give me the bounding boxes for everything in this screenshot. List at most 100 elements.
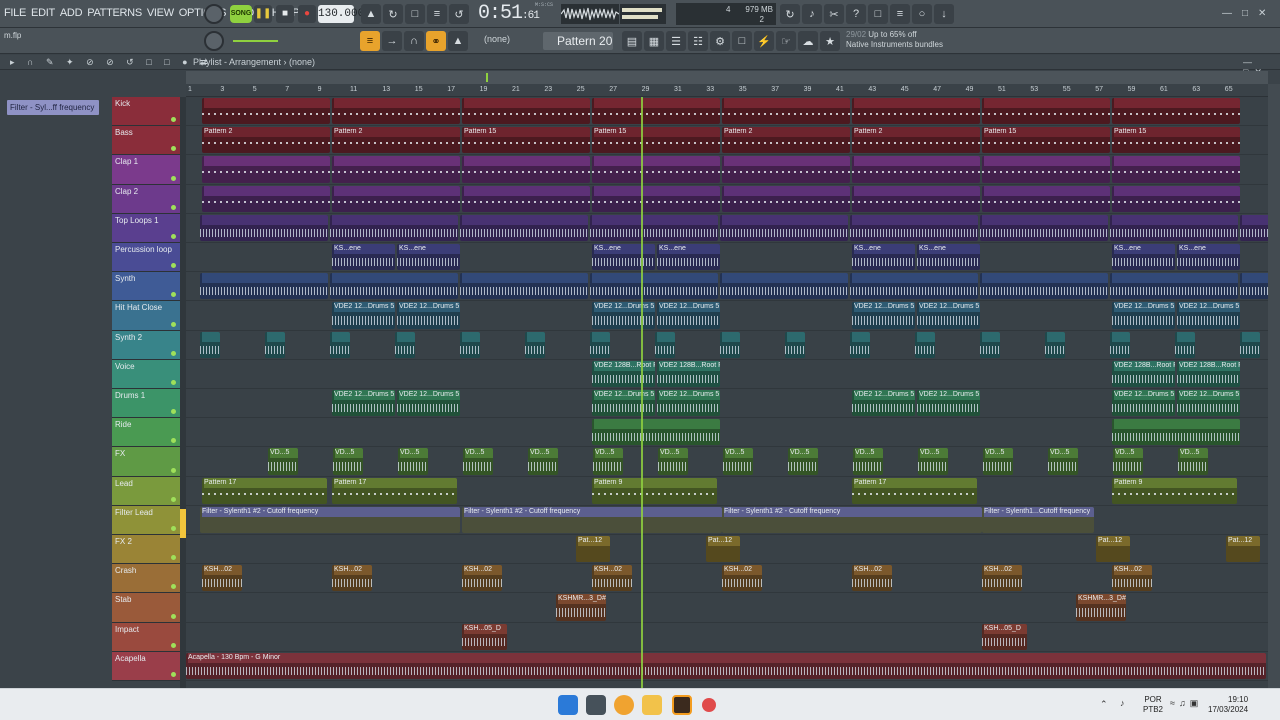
- playlist-clip[interactable]: [1110, 214, 1238, 241]
- playlist-icon[interactable]: ≡: [360, 31, 380, 51]
- playlist-clip[interactable]: VDE2 128B...Root F: [657, 360, 720, 387]
- playlist-clip[interactable]: [592, 98, 720, 125]
- track-header-filter-lead[interactable]: Filter Lead: [112, 505, 180, 535]
- playlist-clip[interactable]: [395, 331, 415, 358]
- playlist-clip[interactable]: [462, 98, 590, 125]
- shop-icon[interactable]: ★: [820, 31, 840, 51]
- playlist-clip[interactable]: VDE2 12...Drums 5: [332, 302, 395, 329]
- track-mute-indicator[interactable]: [171, 671, 176, 677]
- playlist-clip[interactable]: VD...5: [983, 448, 1013, 475]
- track-mute-indicator[interactable]: [171, 496, 176, 502]
- playlist-clip[interactable]: [525, 331, 545, 358]
- playlist-clip[interactable]: [980, 331, 1000, 358]
- playlist-clip[interactable]: VD...5: [1178, 448, 1208, 475]
- playlist-clip[interactable]: [330, 331, 350, 358]
- playlist-clip[interactable]: Pattern 2: [852, 127, 980, 154]
- playlist-clip[interactable]: [332, 185, 460, 212]
- pattern-selector[interactable]: Pattern 20: [543, 32, 613, 50]
- playlist-clip[interactable]: VDE2 12...Drums 5: [657, 302, 720, 329]
- track-header-impact[interactable]: Impact: [112, 622, 180, 652]
- track-mute-indicator[interactable]: [171, 555, 176, 561]
- playlist-clip[interactable]: VDE2 12...Drums 5: [917, 302, 980, 329]
- playlist-clip[interactable]: [460, 331, 480, 358]
- playlist-clip[interactable]: VD...5: [463, 448, 493, 475]
- playlist-clip[interactable]: KSH...02: [462, 565, 502, 592]
- track-mute-indicator[interactable]: [171, 350, 176, 356]
- playlist-clip[interactable]: [330, 214, 458, 241]
- pattern-song-knob[interactable]: [204, 4, 224, 24]
- file-explorer-icon[interactable]: [642, 695, 662, 715]
- playlist-clip[interactable]: VD...5: [788, 448, 818, 475]
- chat-icon[interactable]: ○: [912, 4, 932, 24]
- playlist-clip[interactable]: Acapella - 130 Bpm - G Minor: [186, 652, 1266, 679]
- playlist-clip[interactable]: VD...5: [1048, 448, 1078, 475]
- playlist-clip[interactable]: VDE2 128B...Root F: [1177, 360, 1240, 387]
- browser-icon[interactable]: □: [732, 31, 752, 51]
- playhead[interactable]: [641, 97, 643, 688]
- track-header-hit-hat-close[interactable]: Hit Hat Close: [112, 301, 180, 331]
- track-mute-indicator[interactable]: [171, 175, 176, 181]
- playlist-clip[interactable]: KSH...02: [852, 565, 892, 592]
- playlist-clip[interactable]: [982, 156, 1110, 183]
- track-mute-indicator[interactable]: [171, 584, 176, 590]
- playlist-clip[interactable]: KS...ene: [592, 244, 655, 271]
- playlist-clip[interactable]: [980, 214, 1108, 241]
- cut-icon[interactable]: ✂: [824, 4, 844, 24]
- vertical-scrollbar[interactable]: [1268, 84, 1280, 688]
- playlist-clip[interactable]: [720, 273, 848, 300]
- playlist-clip[interactable]: KSH...02: [1112, 565, 1152, 592]
- playlist-clip[interactable]: [590, 273, 718, 300]
- mixer-icon[interactable]: ≡: [890, 4, 910, 24]
- countdown-icon[interactable]: □: [405, 4, 425, 24]
- playlist-clip[interactable]: VD...5: [333, 448, 363, 475]
- clock[interactable]: 19:10 17/03/2024: [1208, 695, 1248, 715]
- playlist-clip[interactable]: [982, 98, 1110, 125]
- track-header-lead[interactable]: Lead: [112, 476, 180, 506]
- playlist-clip[interactable]: [200, 331, 220, 358]
- playlist-clip[interactable]: [330, 273, 458, 300]
- refresh-icon[interactable]: ↻: [780, 4, 800, 24]
- track-mute-indicator[interactable]: [171, 525, 176, 531]
- menu-patterns[interactable]: PATTERNS: [87, 7, 142, 19]
- playlist-clip[interactable]: Filter - Sylenth1 #2 - Cutoff frequency: [722, 506, 982, 533]
- piano-roll-icon[interactable]: ▦: [644, 31, 664, 51]
- playlist-clip[interactable]: [1240, 273, 1268, 300]
- playlist-clip[interactable]: VDE2 12...Drums 5: [332, 390, 395, 417]
- playlist-clip[interactable]: [592, 419, 720, 446]
- arrow-right-icon[interactable]: →: [382, 31, 402, 51]
- track-header-voice[interactable]: Voice: [112, 359, 180, 389]
- magnet-icon[interactable]: ∩: [404, 31, 424, 51]
- playlist-clip[interactable]: Pattern 2: [722, 127, 850, 154]
- playlist-clip[interactable]: [982, 185, 1110, 212]
- stamp-icon[interactable]: ▲: [448, 31, 468, 51]
- track-header-synth-2[interactable]: Synth 2: [112, 330, 180, 360]
- playlist-clip[interactable]: [852, 156, 980, 183]
- playlist-clip[interactable]: [720, 214, 848, 241]
- playlist-clip[interactable]: [1240, 214, 1268, 241]
- track-mute-indicator[interactable]: [171, 146, 176, 152]
- playlist-clip[interactable]: VD...5: [593, 448, 623, 475]
- playlist-clip[interactable]: [722, 185, 850, 212]
- playlist-overview[interactable]: [186, 71, 1268, 84]
- recorder-icon[interactable]: [702, 698, 716, 712]
- menu-add[interactable]: ADD: [60, 7, 83, 19]
- playlist-clip[interactable]: [462, 156, 590, 183]
- metronome-icon[interactable]: ▲: [361, 4, 381, 24]
- song-mode-button[interactable]: SONG: [230, 5, 252, 23]
- network-volume-icons[interactable]: ≈♫▣: [1170, 698, 1202, 709]
- snap-selector[interactable]: (none): [484, 34, 510, 44]
- track-mute-indicator[interactable]: [171, 438, 176, 444]
- playlist-clip[interactable]: Pattern 15: [982, 127, 1110, 154]
- playlist-clip[interactable]: VDE2 12...Drums 5: [397, 302, 460, 329]
- playlist-clip[interactable]: Pat...12: [576, 536, 610, 563]
- playlist-clip[interactable]: Filter - Sylenth1 #2 - Cutoff frequency: [462, 506, 722, 533]
- track-mute-indicator[interactable]: [171, 233, 176, 239]
- playlist-clip[interactable]: KSH...02: [202, 565, 242, 592]
- playlist-clip[interactable]: VDE2 128B...Root F: [1112, 360, 1175, 387]
- playlist-clip[interactable]: VDE2 12...Drums 5: [397, 390, 460, 417]
- playlist-clip[interactable]: [722, 156, 850, 183]
- playlist-clip[interactable]: [1112, 185, 1240, 212]
- playlist-tools[interactable]: ▸ ∩ ✎ ✦ ⊘ ⊘ ↺ □ □ ● ⇄: [10, 57, 213, 68]
- playlist-grid[interactable]: Pattern 2 Pattern 2 Pattern 15 Pattern 15 Pa…: [186, 97, 1268, 688]
- track-mute-indicator[interactable]: [171, 642, 176, 648]
